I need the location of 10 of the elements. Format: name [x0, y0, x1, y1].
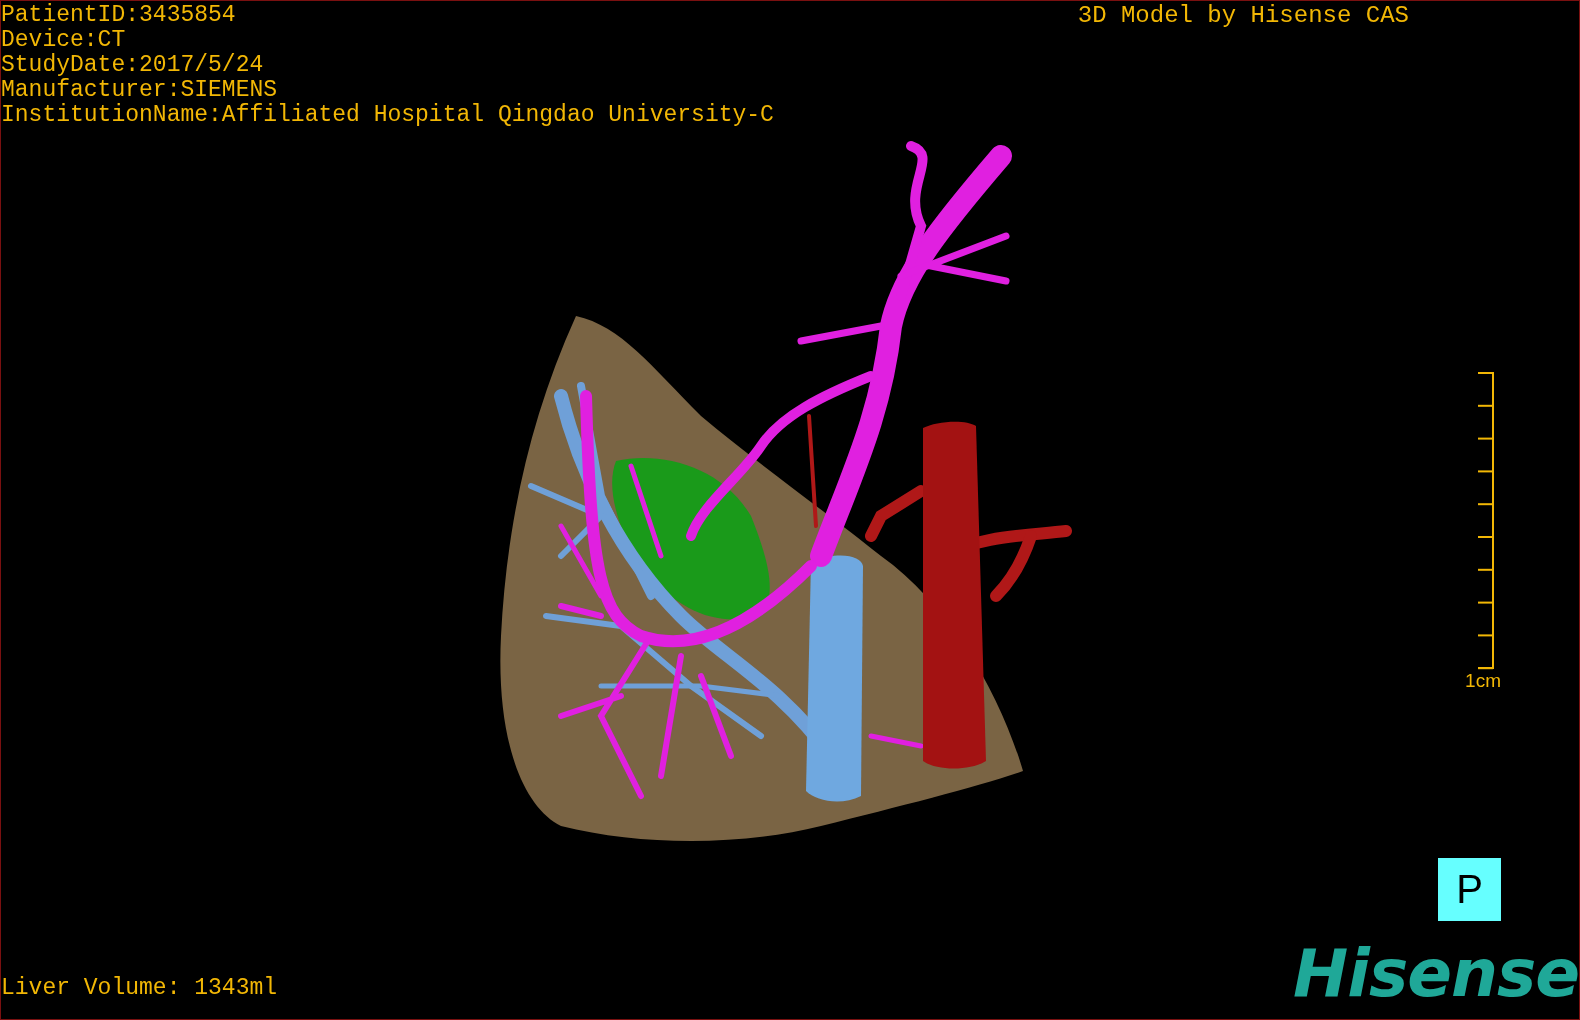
patient-info-text: PatientID:3435854: [1, 3, 237, 28]
liver-volume-text: Liver Volume: 1343ml: [1, 975, 278, 1003]
scale-label: 1cm: [1465, 671, 1501, 691]
patient-info-text: Manufacturer:SIEMENS: [1, 78, 279, 103]
patient-info-text: Device:CT: [1, 28, 127, 53]
orientation-marker: P: [1438, 858, 1501, 921]
patient-info-text: StudyDate:2017/5/24: [1, 53, 265, 78]
patient-info-text: InstitutionName:Affiliated Hospital Qingdao University-C: [1, 103, 774, 128]
model-title: 3D Model by Hisense CAS: [1077, 1, 1409, 31]
brand-logo: Hisense: [1293, 943, 1579, 1005]
